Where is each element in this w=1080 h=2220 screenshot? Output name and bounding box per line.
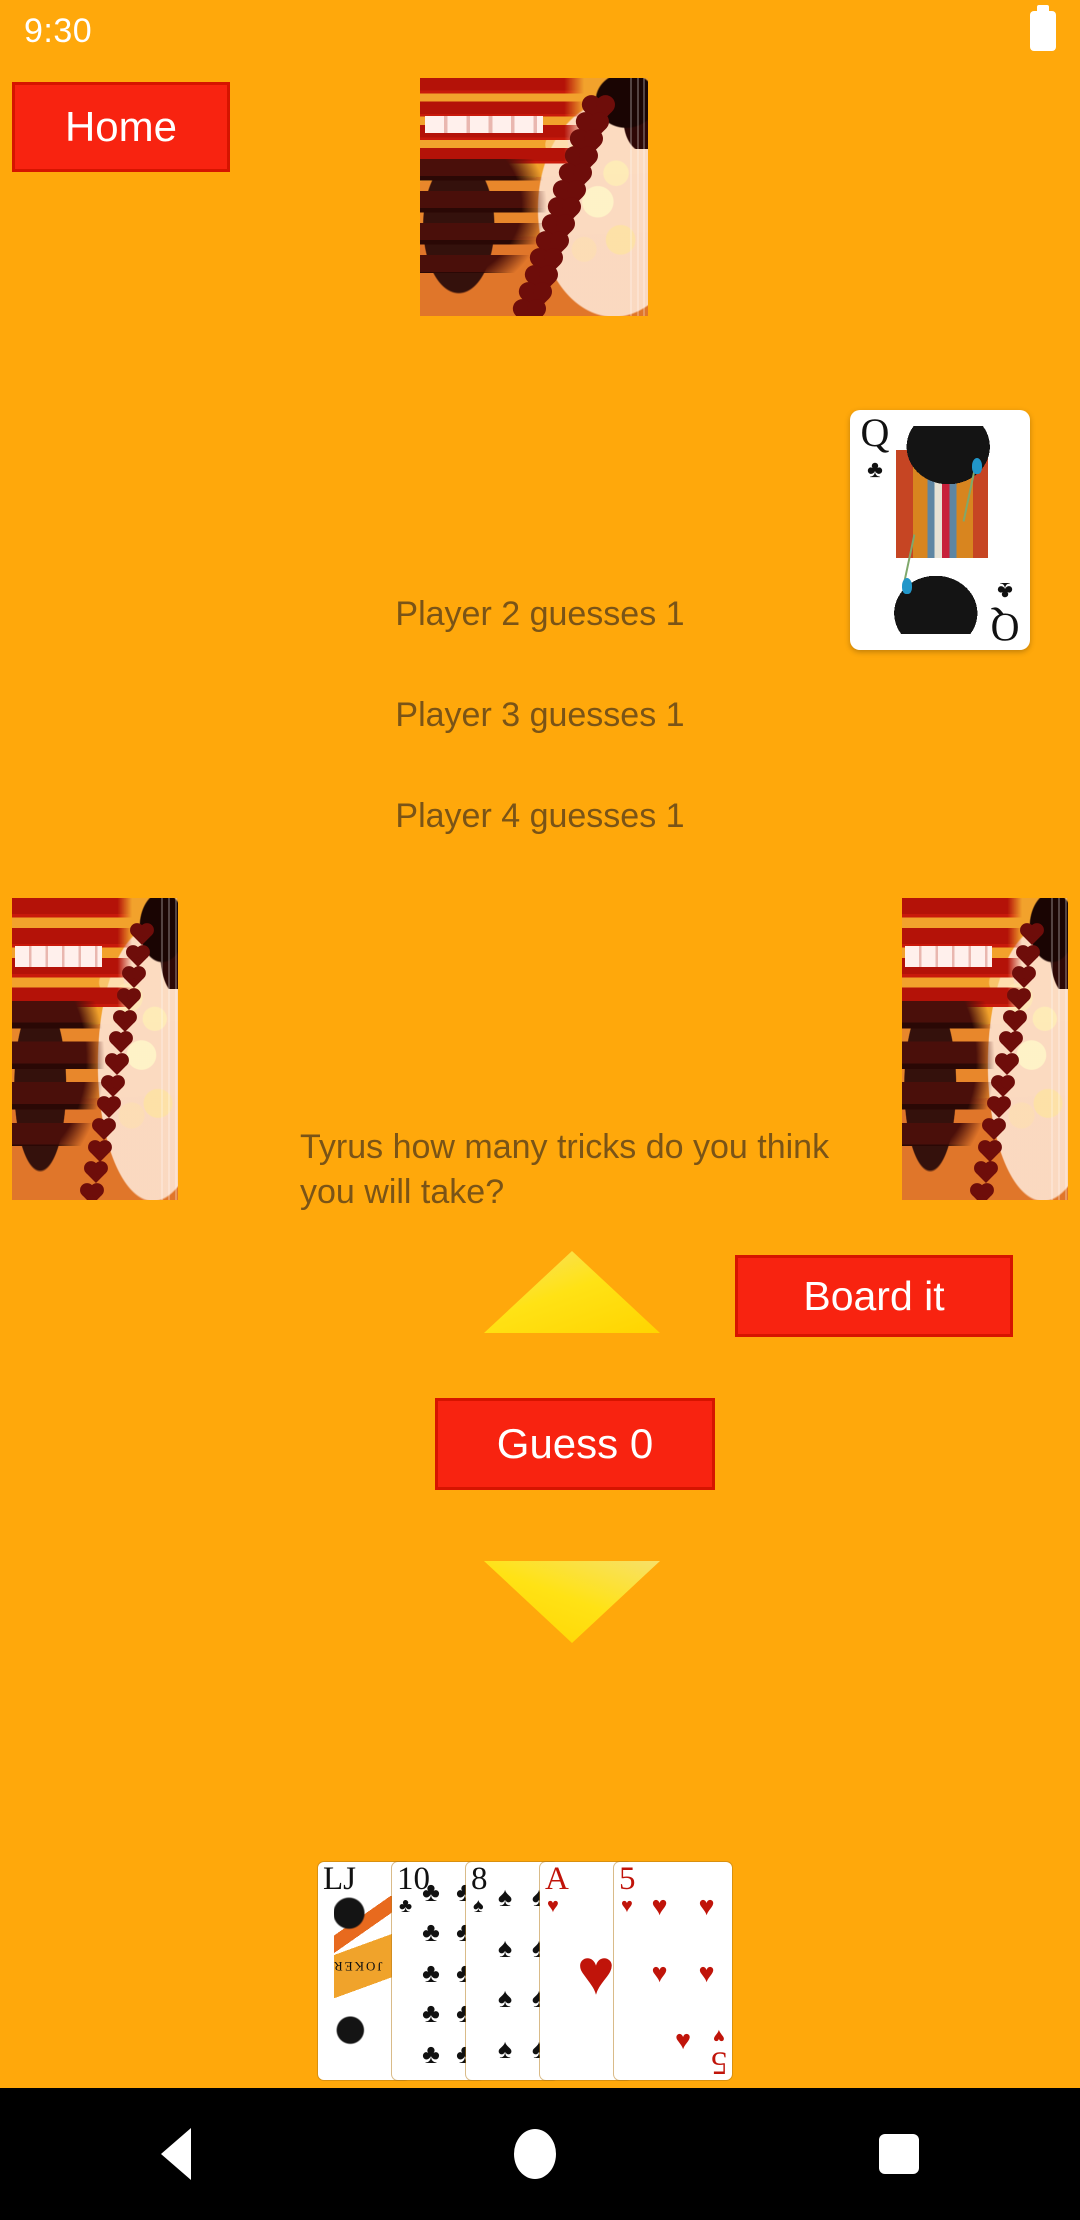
card-stack-edge: [161, 898, 164, 1200]
hand-card-rank: 8: [471, 1862, 488, 1897]
hand-card-rank: LJ: [323, 1862, 356, 1897]
heart-icon: [988, 1098, 1009, 1119]
recents-square-icon[interactable]: [878, 2134, 919, 2174]
card-stack-edge: [1064, 898, 1067, 1200]
hand-card-pip: ♣: [422, 1998, 440, 2029]
heart-icon: [972, 1184, 993, 1200]
bid-prompt-text: Tyrus how many tricks do you think you w…: [300, 1128, 830, 1211]
hand-card-rank-bottom: 5: [710, 2045, 728, 2080]
hand-card-rank: 5: [619, 1862, 636, 1897]
heart-icon: [102, 1076, 123, 1097]
android-nav-bar: [0, 2088, 1080, 2220]
heart-icon: [1013, 968, 1034, 989]
card-stack-edge: [174, 898, 177, 1200]
hand-card-pip: ♠: [497, 1932, 513, 1963]
hearts-icon: ♥: [713, 2025, 725, 2047]
heart-icon: [1005, 1011, 1026, 1032]
card-rank-top: Q: [860, 410, 890, 455]
heart-icon: [86, 1163, 107, 1184]
hand-card-pip: ♥: [698, 1890, 715, 1921]
home-button-label: Home: [64, 103, 178, 150]
hand-card-pip: ♣: [422, 2038, 440, 2069]
card-stack-edge: [636, 78, 639, 316]
heart-icon: [997, 1055, 1017, 1076]
board-it-button[interactable]: Board it: [735, 1255, 1013, 1337]
heart-icon: [115, 1011, 136, 1032]
player-guess-line: Player 3 guesses 1: [395, 696, 685, 734]
card-back-heart-chain: [902, 898, 1068, 1200]
heart-icon: [516, 302, 544, 316]
heart-icon: [1009, 990, 1030, 1011]
card-back-heart-chain: [12, 898, 178, 1200]
hand-card-pip: ♥: [698, 1957, 715, 1988]
hand-card-pip-row: ♥ ♥: [636, 1957, 730, 1988]
card-stack-edge: [643, 78, 646, 316]
triangle-up-icon[interactable]: [484, 1251, 660, 1333]
heart-icon: [127, 946, 148, 967]
heart-icon: [1017, 946, 1038, 967]
left-card-stack: [12, 898, 178, 1200]
card-stack-edge: [1051, 898, 1054, 1200]
hearts-icon: ♥: [547, 1895, 559, 1917]
guess-button[interactable]: Guess 0: [435, 1398, 715, 1490]
hand-card-pip: ♥: [651, 1890, 668, 1921]
hand-card-pip: ♣: [422, 1877, 440, 1908]
board-it-button-label: Board it: [803, 1272, 945, 1319]
heart-icon: [82, 1184, 103, 1200]
top-card-stack: [420, 78, 648, 316]
clubs-icon: ♣: [867, 456, 883, 483]
guess-button-label: Guess 0: [496, 1420, 654, 1467]
home-circle-icon[interactable]: [513, 2129, 556, 2179]
player-guess-line: Player 2 guesses 1: [395, 595, 685, 633]
heart-icon: [111, 1033, 132, 1054]
heart-icon: [131, 925, 152, 946]
spades-icon: ♠: [473, 1895, 484, 1917]
hand-card-pip-row: ♥ ♥: [636, 1890, 730, 1921]
card-stack-edge: [629, 78, 632, 316]
hand-card-pip: ♥: [651, 1957, 668, 1988]
heart-icon: [90, 1141, 111, 1162]
card-back-heart-chain: [420, 78, 648, 316]
hearts-icon: ♥: [621, 1895, 633, 1917]
back-triangle-icon[interactable]: [161, 2128, 192, 2180]
hand-card-pip: ♣: [422, 1917, 440, 1948]
flower-icon: [902, 578, 912, 594]
hand-card-pip: ♥: [577, 1936, 615, 2009]
status-bar: 9:30: [0, 0, 1080, 62]
right-card-stack: [902, 898, 1068, 1200]
status-bar-clock: 9:30: [24, 12, 93, 50]
heart-icon: [976, 1163, 997, 1184]
hand-card[interactable]: 5 ♥ ♥ ♥ ♥ ♥ ♥ 5 ♥: [614, 1862, 732, 2080]
heart-icon: [984, 1120, 1005, 1141]
hand-card-pip: ♠: [497, 1983, 513, 2014]
joker-label: JOKER: [332, 1959, 383, 1974]
card-stack-edge: [168, 898, 171, 1200]
player-guess-line: Player 4 guesses 1: [395, 797, 685, 835]
heart-icon: [980, 1141, 1001, 1162]
flower-icon: [972, 458, 982, 474]
triangle-down-icon[interactable]: [484, 1561, 660, 1643]
battery-full-icon: [1030, 11, 1056, 51]
heart-icon: [123, 968, 144, 989]
hand-card-pip: ♥: [674, 2025, 692, 2056]
heart-icon: [98, 1098, 119, 1119]
heart-icon: [1021, 925, 1042, 946]
hand-card-pip: ♣: [422, 1957, 440, 1988]
heart-icon: [119, 990, 140, 1011]
home-button[interactable]: Home: [12, 82, 230, 172]
heart-icon: [1001, 1033, 1022, 1054]
hand-card-pip: ♠: [497, 1882, 513, 1913]
hand-card-pip: ♠: [497, 2033, 513, 2064]
heart-icon: [94, 1120, 115, 1141]
heart-icon: [107, 1055, 127, 1076]
heart-icon: [992, 1076, 1013, 1097]
card-stack-edge: [1058, 898, 1061, 1200]
player-hand: LJ JOKER 10 ♣ ♣ ♣ ♣ ♣ ♣ ♣ ♣ ♣ ♣ ♣ 8 ♠ ♠ ♠ ♠ ♠ ♠ ♠ ♠ ♠ A ♥ ♥ 5 ♥ ♥ ♥ ♥ ♥ ♥…: [318, 1862, 748, 2080]
clubs-icon: ♣: [399, 1895, 413, 1917]
